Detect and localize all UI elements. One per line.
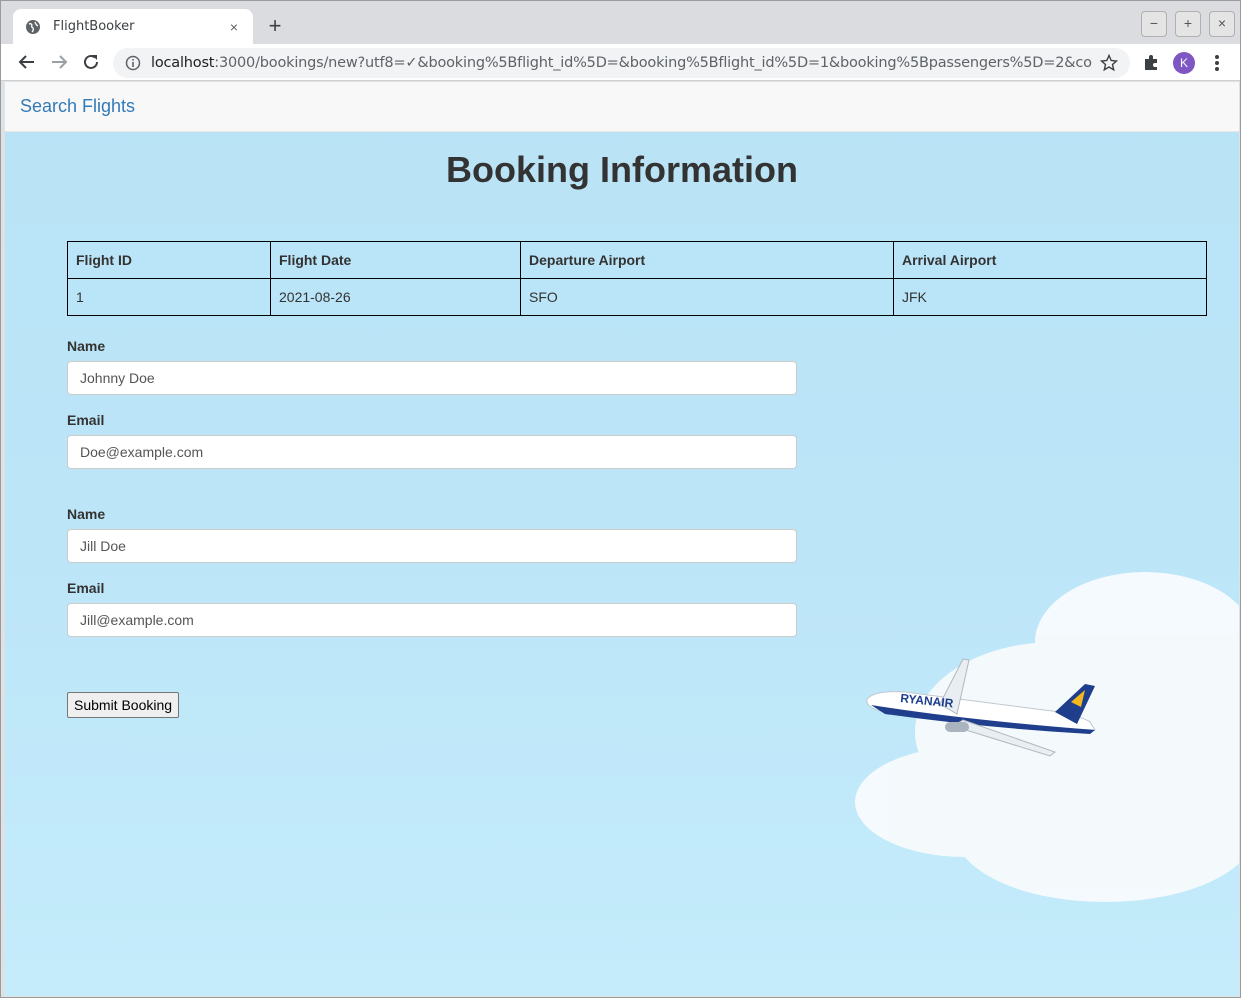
close-window-button[interactable]: × bbox=[1209, 11, 1235, 37]
reload-button[interactable] bbox=[78, 49, 104, 75]
back-button[interactable] bbox=[14, 49, 40, 75]
close-tab-icon[interactable]: × bbox=[225, 19, 243, 35]
new-tab-button[interactable]: + bbox=[263, 15, 287, 39]
column-header: Departure Airport bbox=[520, 241, 894, 279]
browser-toolbar: localhost:3000/bookings/new?utf8=✓&booki… bbox=[1, 44, 1240, 81]
submit-booking-button[interactable]: Submit Booking bbox=[67, 692, 180, 718]
forward-button[interactable] bbox=[46, 49, 72, 75]
url-path: :3000/bookings/new?utf8=✓&booking%5Bflig… bbox=[214, 55, 1092, 71]
passenger-1-email-input[interactable] bbox=[67, 435, 797, 469]
address-bar[interactable]: localhost:3000/bookings/new?utf8=✓&booki… bbox=[113, 48, 1130, 78]
departure-airport-cell: SFO bbox=[520, 278, 894, 316]
page-content: RYANAIR Search Flights Booking Informati… bbox=[5, 82, 1239, 996]
globe-icon bbox=[26, 19, 40, 34]
info-icon[interactable] bbox=[125, 55, 141, 71]
column-header: Flight ID bbox=[67, 241, 271, 279]
profile-avatar[interactable]: K bbox=[1173, 52, 1195, 74]
passenger-1-name-label: Name bbox=[67, 338, 106, 354]
flight-id-cell: 1 bbox=[67, 278, 271, 316]
passenger-2-name-input[interactable] bbox=[67, 529, 797, 563]
passenger-1-email-label: Email bbox=[67, 412, 105, 428]
arrival-airport-cell: JFK bbox=[893, 278, 1207, 316]
passenger-2-email-label: Email bbox=[67, 580, 105, 596]
passenger-1-name-input[interactable] bbox=[67, 361, 797, 395]
cloud-airplane-background: RYANAIR bbox=[855, 572, 1239, 902]
minimize-button[interactable]: − bbox=[1141, 11, 1167, 37]
table-header-row: Flight ID Flight Date Departure Airport … bbox=[67, 241, 1207, 279]
flight-table: Flight ID Flight Date Departure Airport … bbox=[67, 241, 1207, 316]
tab-flightbooker[interactable]: FlightBooker × bbox=[13, 9, 253, 44]
flight-date-cell: 2021-08-26 bbox=[270, 278, 521, 316]
url-host: localhost bbox=[151, 55, 215, 71]
forward-icon bbox=[52, 55, 68, 69]
top-navbar: Search Flights bbox=[5, 82, 1239, 132]
puzzle-icon[interactable] bbox=[1141, 53, 1161, 73]
menu-icon[interactable] bbox=[1207, 52, 1227, 74]
tab-strip: FlightBooker × + − + × bbox=[1, 1, 1240, 44]
page-title: Booking Information bbox=[446, 149, 798, 190]
search-flights-link[interactable]: Search Flights bbox=[20, 96, 135, 117]
passenger-2-name-label: Name bbox=[67, 506, 106, 522]
browser-window: FlightBooker × + − + × localhost:3000/bo… bbox=[0, 0, 1241, 998]
column-header: Flight Date bbox=[270, 241, 521, 279]
column-header: Arrival Airport bbox=[893, 241, 1207, 279]
back-icon bbox=[18, 55, 34, 69]
url-text: localhost:3000/bookings/new?utf8=✓&booki… bbox=[151, 55, 1092, 71]
passenger-2-email-input[interactable] bbox=[67, 603, 797, 637]
star-icon[interactable] bbox=[1100, 54, 1118, 72]
table-row: 1 2021-08-26 SFO JFK bbox=[67, 278, 1207, 316]
tab-title: FlightBooker bbox=[53, 19, 135, 34]
maximize-button[interactable]: + bbox=[1175, 11, 1201, 37]
reload-icon bbox=[84, 54, 98, 69]
